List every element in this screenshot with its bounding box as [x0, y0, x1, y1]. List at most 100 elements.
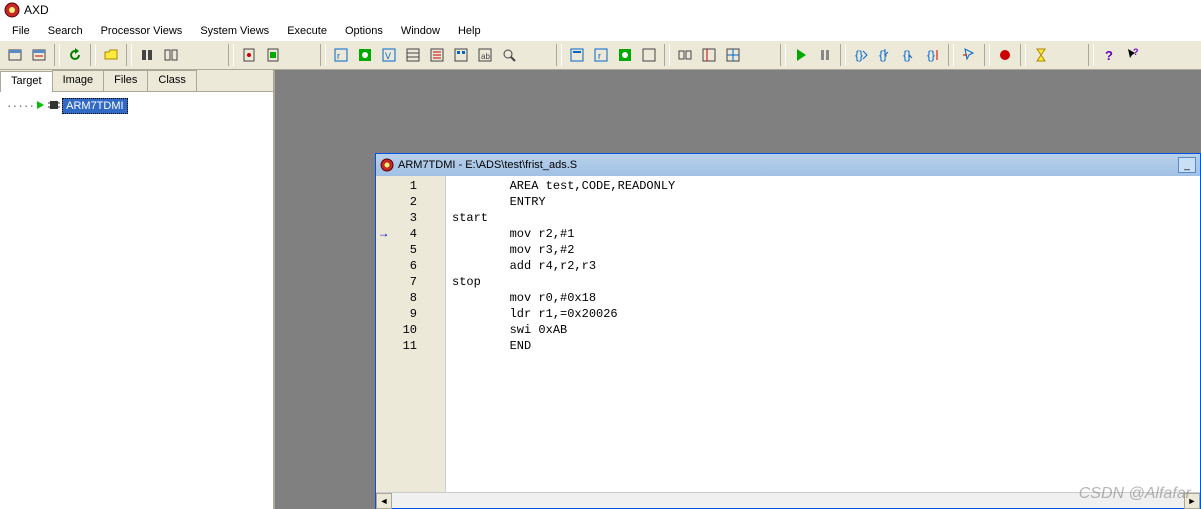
tab-class[interactable]: Class	[147, 70, 197, 91]
toolbar-sep	[54, 44, 60, 66]
toolbar: r V ab r {} {} {} {} ? ?	[0, 40, 1201, 70]
code-line[interactable]: add r4,r2,r3	[452, 258, 1194, 274]
svg-text:r: r	[337, 51, 340, 61]
line-number: 5	[376, 242, 445, 258]
tab-target[interactable]: Target	[0, 71, 53, 92]
tb-sys-4[interactable]	[638, 44, 660, 66]
tb-open-icon[interactable]	[100, 44, 122, 66]
tb-sys-2[interactable]: r	[590, 44, 612, 66]
toolbar-sep	[664, 44, 670, 66]
tb-view-4[interactable]	[402, 44, 424, 66]
code-line[interactable]: mov r2,#1	[452, 226, 1194, 242]
tb-view-6[interactable]	[450, 44, 472, 66]
svg-text:ab: ab	[481, 52, 490, 61]
left-panel: Target Image Files Class ····· ARM7TDMI	[0, 70, 275, 509]
svg-text:V: V	[385, 51, 391, 61]
tb-btn-6[interactable]	[160, 44, 182, 66]
code-line[interactable]: mov r3,#2	[452, 242, 1194, 258]
scroll-right-button[interactable]: ►	[1184, 493, 1200, 509]
tb-view-1[interactable]: r	[330, 44, 352, 66]
tb-whatsthis-icon[interactable]: ?	[1122, 44, 1144, 66]
app-icon	[4, 2, 20, 18]
tb-sys-5[interactable]	[674, 44, 696, 66]
toolbar-sep	[948, 44, 954, 66]
line-number: 1	[376, 178, 445, 194]
tb-step-1[interactable]: {}	[850, 44, 872, 66]
source-window-title: ARM7TDMI - E:\ADS\test\frist_ads.S	[398, 159, 577, 171]
tab-image[interactable]: Image	[52, 70, 105, 91]
tb-sys-1[interactable]	[566, 44, 588, 66]
code-line[interactable]: ldr r1,=0x20026	[452, 306, 1194, 322]
code-line[interactable]: stop	[452, 274, 1194, 290]
svg-text:r: r	[598, 51, 601, 61]
code-body[interactable]: AREA test,CODE,READONLY ENTRYstart mov r…	[446, 176, 1200, 492]
tb-help-icon[interactable]: ?	[1098, 44, 1120, 66]
tb-cursor-icon[interactable]	[958, 44, 980, 66]
tree-row[interactable]: ····· ARM7TDMI	[6, 98, 267, 114]
menu-bar: File Search Processor Views System Views…	[0, 20, 1201, 40]
mdi-area: ARM7TDMI - E:\ADS\test\frist_ads.S _ 123…	[275, 70, 1201, 509]
tb-view-2[interactable]	[354, 44, 376, 66]
code-line[interactable]: mov r0,#0x18	[452, 290, 1194, 306]
tab-files[interactable]: Files	[103, 70, 148, 91]
source-window-titlebar[interactable]: ARM7TDMI - E:\ADS\test\frist_ads.S _	[376, 154, 1200, 176]
tb-stop-icon[interactable]	[814, 44, 836, 66]
target-tree[interactable]: ····· ARM7TDMI	[0, 92, 273, 509]
svg-text:{}: {}	[927, 48, 935, 62]
toolbar-sep	[984, 44, 990, 66]
menu-help[interactable]: Help	[450, 23, 489, 39]
chip-icon	[48, 99, 60, 114]
code-line[interactable]: swi 0xAB	[452, 322, 1194, 338]
horizontal-scrollbar[interactable]: ◄ ►	[376, 492, 1200, 508]
scroll-track[interactable]	[392, 493, 1184, 508]
minimize-button[interactable]: _	[1178, 157, 1196, 173]
tb-btn-5[interactable]	[136, 44, 158, 66]
tb-view-3[interactable]: V	[378, 44, 400, 66]
tb-view-5[interactable]	[426, 44, 448, 66]
code-line[interactable]: AREA test,CODE,READONLY	[452, 178, 1194, 194]
tb-hourglass-icon[interactable]	[1030, 44, 1052, 66]
tb-breakpoint-icon[interactable]	[994, 44, 1016, 66]
tb-view-7[interactable]: ab	[474, 44, 496, 66]
tb-run-icon[interactable]	[790, 44, 812, 66]
scroll-left-button[interactable]: ◄	[376, 493, 392, 509]
tb-step-3[interactable]: {}	[898, 44, 920, 66]
menu-processor-views[interactable]: Processor Views	[93, 23, 191, 39]
menu-window[interactable]: Window	[393, 23, 448, 39]
app-title: AXD	[24, 3, 49, 17]
line-number: 7	[376, 274, 445, 290]
line-number: 9	[376, 306, 445, 322]
line-number: 11	[376, 338, 445, 354]
svg-text:{}: {}	[855, 48, 863, 62]
tb-search-icon[interactable]	[498, 44, 520, 66]
tb-btn-7[interactable]	[238, 44, 260, 66]
menu-file[interactable]: File	[4, 23, 38, 39]
code-area[interactable]: 1234→567891011 AREA test,CODE,READONLY E…	[376, 176, 1200, 492]
line-number: 2	[376, 194, 445, 210]
tb-reload[interactable]	[64, 44, 86, 66]
menu-execute[interactable]: Execute	[279, 23, 335, 39]
tree-arrow-icon	[36, 100, 46, 113]
line-number: 3	[376, 210, 445, 226]
line-number: 8	[376, 290, 445, 306]
code-line[interactable]: start	[452, 210, 1194, 226]
code-line[interactable]: ENTRY	[452, 194, 1194, 210]
tb-btn-8[interactable]	[262, 44, 284, 66]
tb-step-2[interactable]: {}	[874, 44, 896, 66]
toolbar-sep	[126, 44, 132, 66]
code-line[interactable]: END	[452, 338, 1194, 354]
menu-system-views[interactable]: System Views	[192, 23, 277, 39]
source-window-icon	[380, 158, 394, 172]
menu-search[interactable]: Search	[40, 23, 91, 39]
main-area: Target Image Files Class ····· ARM7TDMI …	[0, 70, 1201, 509]
tb-sys-6[interactable]	[698, 44, 720, 66]
menu-options[interactable]: Options	[337, 23, 391, 39]
tb-btn-2[interactable]	[28, 44, 50, 66]
tree-node-arm7tdmi[interactable]: ARM7TDMI	[62, 98, 127, 114]
tb-sys-3[interactable]	[614, 44, 636, 66]
line-number: 10	[376, 322, 445, 338]
tb-sys-7[interactable]	[722, 44, 744, 66]
svg-text:?: ?	[1133, 47, 1139, 57]
tb-step-4[interactable]: {}	[922, 44, 944, 66]
tb-btn-1[interactable]	[4, 44, 26, 66]
